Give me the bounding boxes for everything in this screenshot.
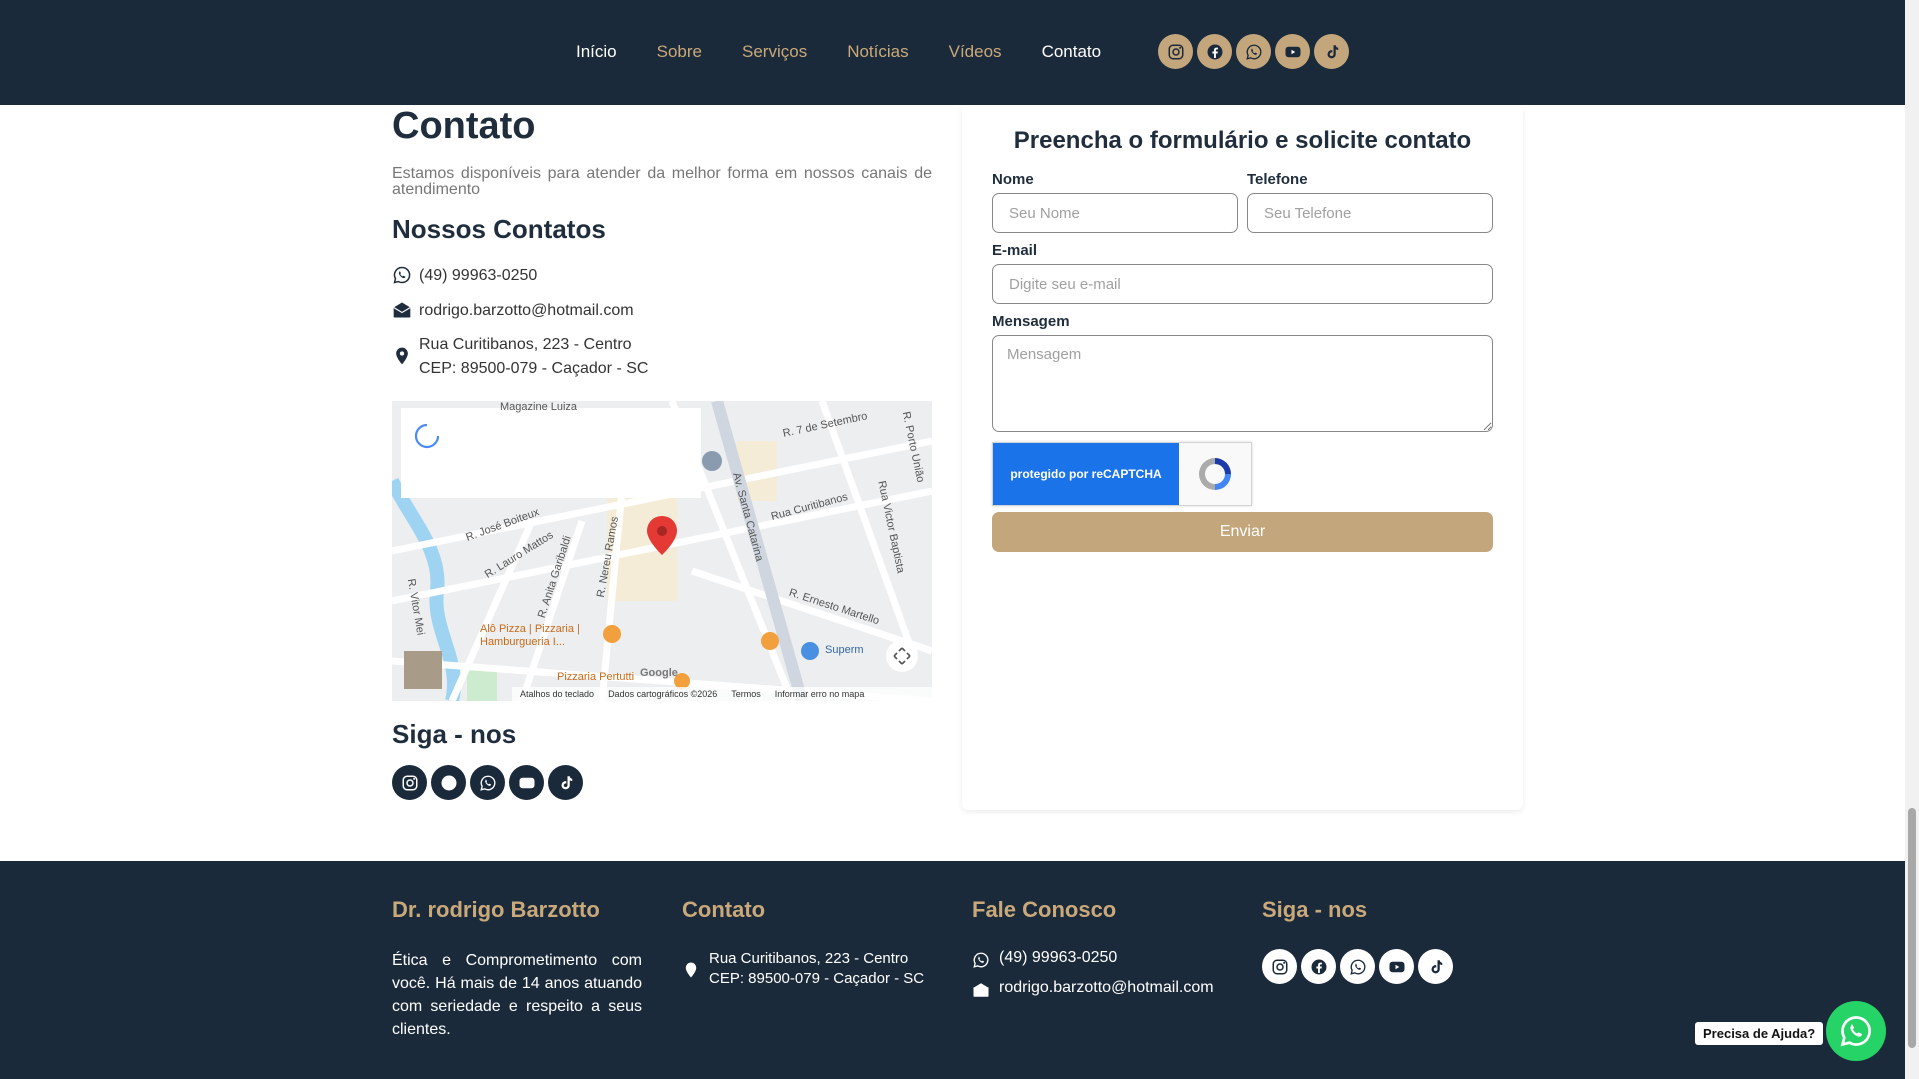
map-report-link[interactable]: Informar erro no mapa <box>775 689 865 699</box>
email-input[interactable] <box>992 264 1493 304</box>
header-social-links <box>1158 34 1349 69</box>
phone-label: Telefone <box>1247 171 1308 188</box>
facebook-icon[interactable] <box>1197 34 1232 69</box>
contact-phone-text: (49) 99963-0250 <box>419 267 538 284</box>
whatsapp-icon <box>1838 1013 1874 1049</box>
instagram-icon[interactable] <box>1158 34 1193 69</box>
footer-follow-title: Siga - nos <box>1262 897 1368 922</box>
name-input[interactable] <box>992 193 1238 233</box>
footer-about: Dr. rodrigo Barzotto Ética e Comprometim… <box>392 897 642 1041</box>
recaptcha-logo-icon <box>1179 443 1251 505</box>
phone-input[interactable] <box>1247 193 1493 233</box>
instagram-icon[interactable] <box>392 765 427 800</box>
contact-address: Rua Curitibanos, 223 - Centro CEP: 89500… <box>392 333 648 381</box>
main-nav: Início Sobre Serviços Notícias Vídeos Co… <box>576 40 1141 64</box>
whatsapp-icon[interactable] <box>1340 949 1375 984</box>
footer-email[interactable]: rodrigo.barzotto@hotmail.com <box>972 979 1214 999</box>
envelope-icon <box>392 300 412 320</box>
recaptcha-widget[interactable]: protegido por reCAPTCHA <box>992 442 1252 506</box>
page-title: Contato <box>392 105 536 147</box>
nav-item-sobre[interactable]: Sobre <box>657 42 702 62</box>
tiktok-icon[interactable] <box>548 765 583 800</box>
map-data-credit: Dados cartográficos ©2026 <box>608 689 718 699</box>
envelope-icon <box>972 981 990 999</box>
contact-email-text: rodrigo.barzotto@hotmail.com <box>419 302 634 319</box>
footer-address: Rua Curitibanos, 223 - Centro CEP: 89500… <box>682 949 924 989</box>
contact-phone[interactable]: (49) 99963-0250 <box>392 264 537 288</box>
nav-item-contato[interactable]: Contato <box>1042 42 1102 62</box>
footer-contact-title: Contato <box>682 897 766 922</box>
contact-address-text: Rua Curitibanos, 223 - Centro CEP: 89500… <box>419 333 648 381</box>
nav-item-videos[interactable]: Vídeos <box>949 42 1002 62</box>
footer-talk-title: Fale Conosco <box>972 897 1117 922</box>
page-scrollbar[interactable] <box>1905 0 1919 1079</box>
name-label: Nome <box>992 171 1034 188</box>
help-tooltip[interactable]: Precisa de Ajuda? <box>1695 1022 1824 1045</box>
fullscreen-icon[interactable] <box>893 647 911 665</box>
map-info-panel <box>401 408 701 498</box>
contact-email[interactable]: rodrigo.barzotto@hotmail.com <box>392 299 634 323</box>
youtube-icon[interactable] <box>1275 34 1310 69</box>
map-label-pizzaria: Pizzaria Pertutti <box>557 671 635 683</box>
map-label-alo-pizza: Alô Pizza | Pizzaria | Hamburgueria I... <box>480 623 580 648</box>
whatsapp-icon <box>392 265 412 285</box>
whatsapp-icon <box>972 951 990 969</box>
send-button[interactable]: Enviar <box>992 512 1493 552</box>
email-label: E-mail <box>992 242 1038 259</box>
facebook-icon[interactable] <box>1301 949 1336 984</box>
nav-item-servicos[interactable]: Serviços <box>742 42 807 62</box>
footer-phone[interactable]: (49) 99963-0250 <box>972 949 1214 969</box>
loading-spinner-icon <box>414 423 440 449</box>
map-label-magazine: Magazine Luiza <box>500 401 578 413</box>
message-label: Mensagem <box>992 313 1070 330</box>
site-footer: Dr. rodrigo Barzotto Ética e Comprometim… <box>0 861 1905 1079</box>
map-attribution-bar: Atalhos do teclado Dados cartográficos ©… <box>512 687 932 701</box>
address-line-2: CEP: 89500-079 - Caçador - SC <box>419 360 649 377</box>
whatsapp-icon[interactable] <box>470 765 505 800</box>
site-header: Início Sobre Serviços Notícias Vídeos Co… <box>0 0 1905 105</box>
contact-form-card: Preencha o formulário e solicite contato… <box>962 105 1523 810</box>
footer-address-line-1: Rua Curitibanos, 223 - Centro <box>709 950 909 967</box>
address-line-1: Rua Curitibanos, 223 - Centro <box>419 336 632 353</box>
footer-talk: Fale Conosco (49) 99963-0250 rodrigo.bar… <box>972 897 1214 1009</box>
location-pin-icon <box>682 961 700 979</box>
facebook-icon[interactable] <box>431 765 466 800</box>
location-pin-icon <box>392 346 412 366</box>
footer-contact: Contato Rua Curitibanos, 223 - Centro CE… <box>682 897 924 999</box>
map-shortcuts-link[interactable]: Atalhos do teclado <box>520 689 594 699</box>
google-map[interactable]: Magazine Luiza R. 7 de Setembro R. Porto… <box>392 401 932 701</box>
youtube-icon[interactable] <box>1379 949 1414 984</box>
contact-intro: Estamos disponíveis para atender da melh… <box>392 165 932 198</box>
contacts-heading: Nossos Contatos <box>392 214 606 244</box>
footer-follow: Siga - nos <box>1262 897 1453 984</box>
nav-item-inicio[interactable]: Início <box>576 42 617 62</box>
recaptcha-label: protegido por reCAPTCHA <box>993 443 1179 505</box>
footer-social-links <box>1262 949 1453 984</box>
instagram-icon[interactable] <box>1262 949 1297 984</box>
tiktok-icon[interactable] <box>1314 34 1349 69</box>
google-logo: Google <box>640 667 678 679</box>
scrollbar-thumb[interactable] <box>1908 808 1916 1048</box>
message-textarea[interactable] <box>992 335 1493 432</box>
whatsapp-icon[interactable] <box>1236 34 1271 69</box>
footer-about-text: Ética e Comprometimento com você. Há mai… <box>392 952 642 1038</box>
body-social-links <box>392 765 583 800</box>
footer-about-title: Dr. rodrigo Barzotto <box>392 897 600 922</box>
tiktok-icon[interactable] <box>1418 949 1453 984</box>
form-title: Preencha o formulário e solicite contato <box>1013 127 1472 154</box>
whatsapp-float-button[interactable] <box>1826 1001 1886 1061</box>
footer-address-line-2: CEP: 89500-079 - Caçador - SC <box>709 970 925 987</box>
nav-item-noticias[interactable]: Notícias <box>847 42 908 62</box>
footer-phone-text: (49) 99963-0250 <box>999 949 1118 966</box>
map-terms-link[interactable]: Termos <box>731 689 761 699</box>
map-label-supermercado: Superm <box>825 644 864 656</box>
youtube-icon[interactable] <box>509 765 544 800</box>
follow-heading: Siga - nos <box>392 719 517 749</box>
footer-email-text: rodrigo.barzotto@hotmail.com <box>999 979 1214 996</box>
